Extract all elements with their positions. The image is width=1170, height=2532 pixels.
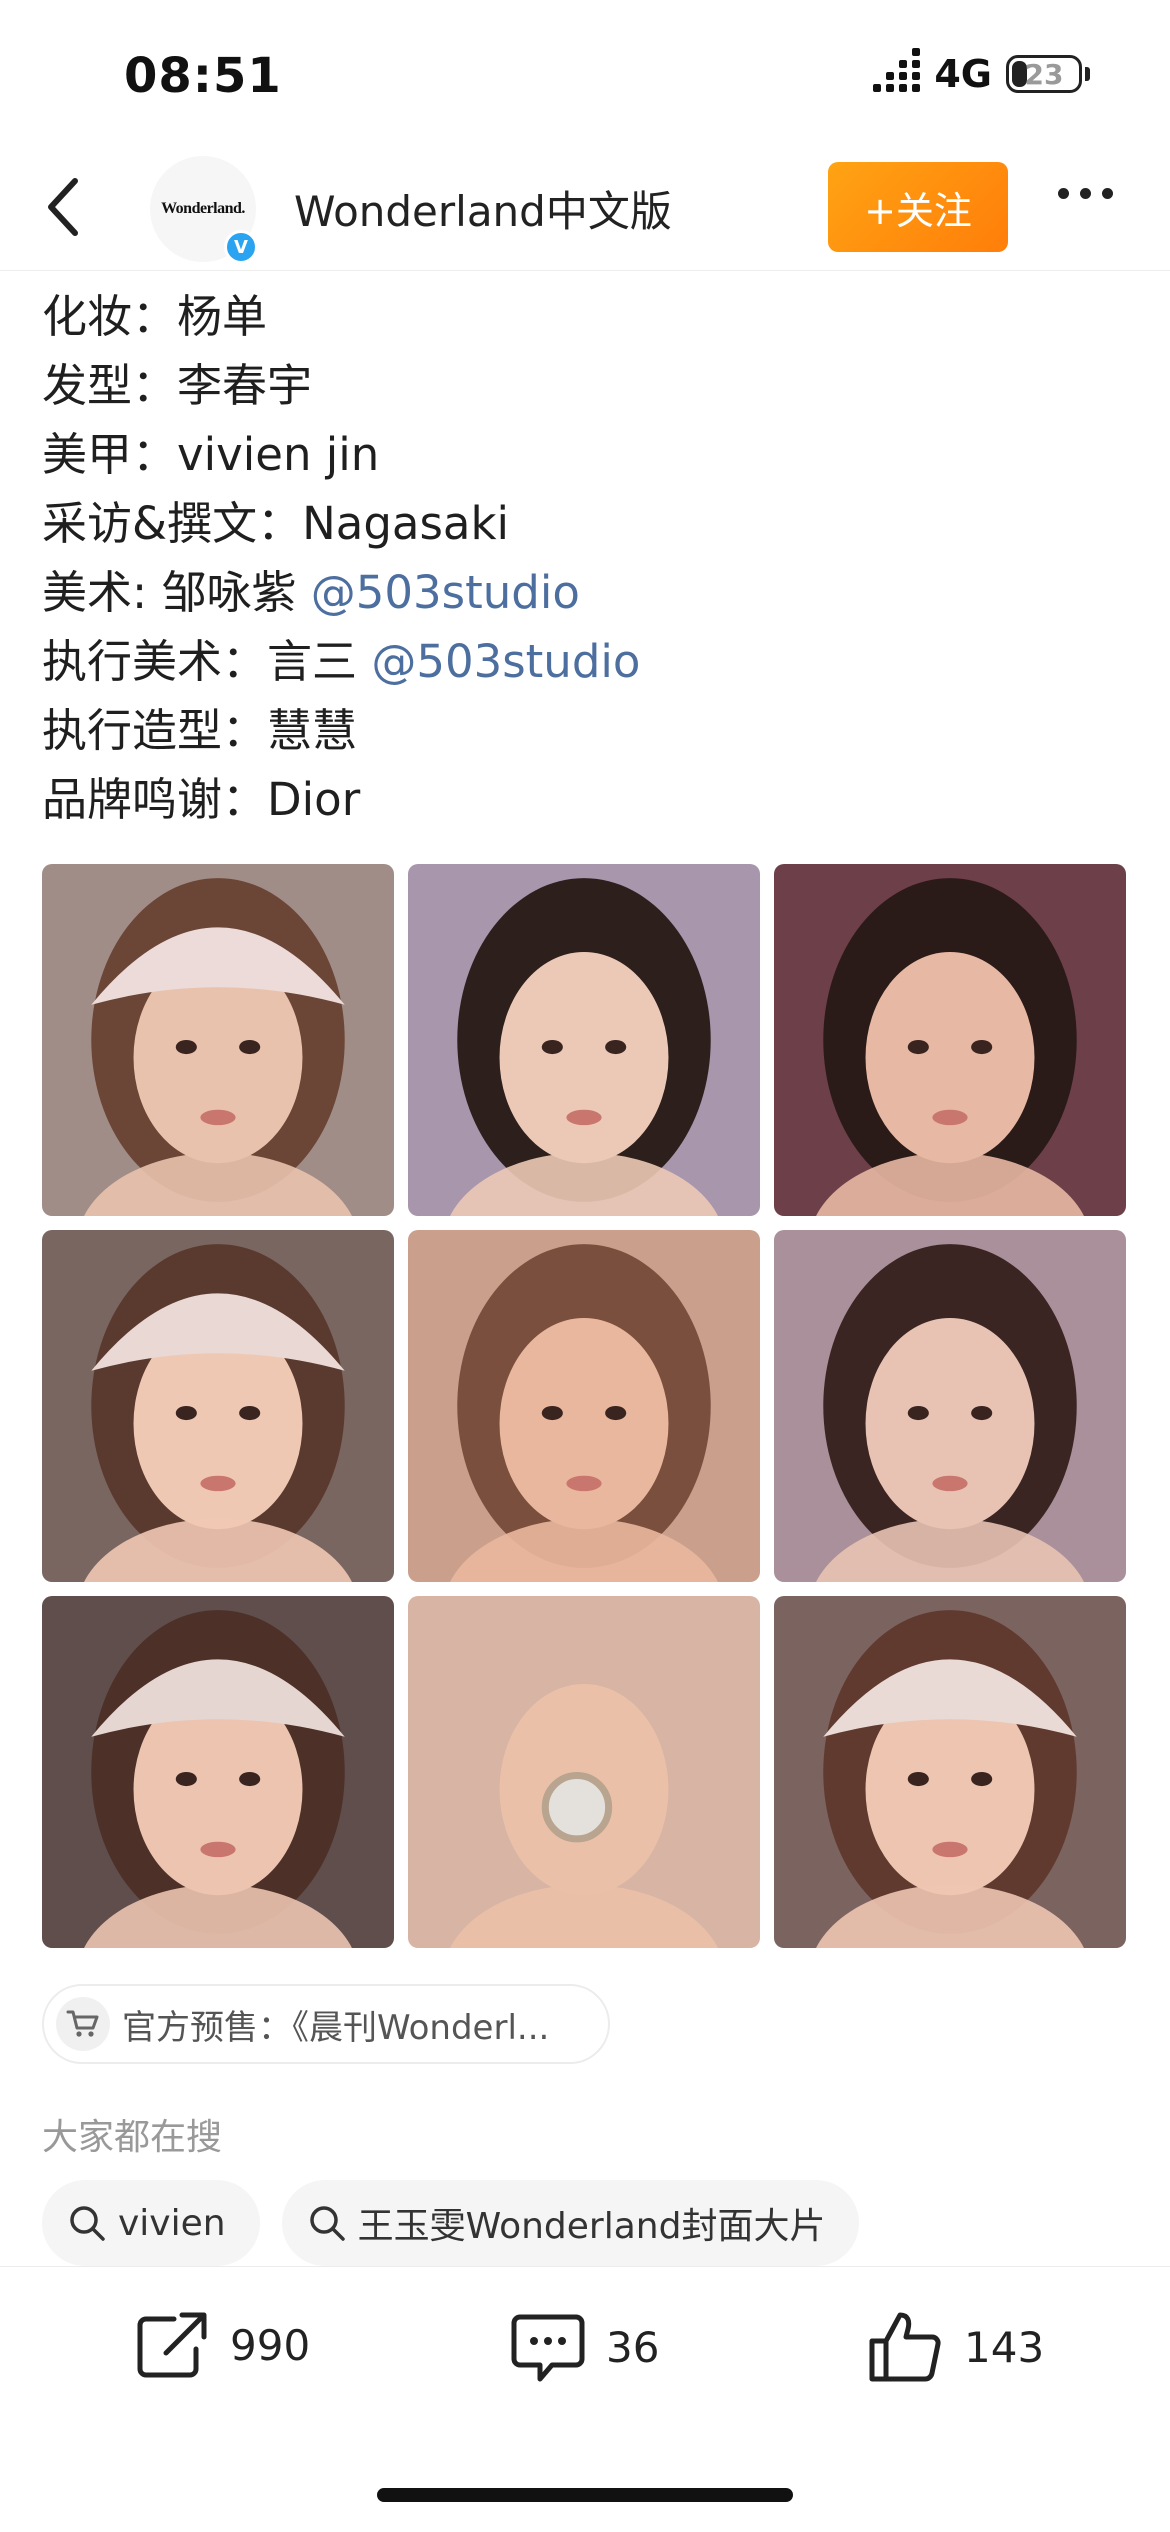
credit-label: 执行美术： (42, 635, 268, 688)
credit-line: 执行美术：言三 @503studio (42, 627, 1142, 696)
mention-link[interactable]: @503studio (371, 635, 640, 688)
verified-icon: V (224, 230, 258, 264)
status-indicators: 4G 23 (873, 48, 1090, 96)
comment-icon (511, 2314, 585, 2382)
credit-value: 李春宇 (177, 359, 313, 412)
action-bar: 990 36 143 (0, 2266, 1170, 2435)
photo-thumbnail[interactable] (408, 1230, 760, 1582)
avatar[interactable]: Wonderland. V (150, 156, 258, 264)
trending-title: 大家都在搜 (42, 2117, 223, 2158)
search-suggestion-label: 王玉雯Wonderland封面大片 (357, 2206, 826, 2247)
search-suggestion-label: vivien (118, 2202, 226, 2244)
photo-thumbnail[interactable] (42, 864, 394, 1216)
credit-label: 美术: (42, 566, 162, 619)
credit-label: 采访&撰文： (42, 497, 303, 550)
credit-line: 美术: 邹咏紫 @503studio (42, 558, 1142, 627)
credit-label: 化妆： (42, 290, 178, 343)
more-options-icon[interactable] (1058, 188, 1113, 199)
thumbs-up-icon (869, 2312, 941, 2382)
cart-icon (56, 1997, 110, 2051)
credit-label: 执行造型： (42, 704, 268, 757)
back-arrow-icon (48, 178, 78, 236)
trending-search-chips: vivien 王玉雯Wonderland封面大片 (42, 2180, 860, 2266)
credit-value: 言三 (267, 635, 372, 688)
nav-bar: Wonderland. V Wonderland中文版 +关注 (0, 150, 1170, 271)
account-name[interactable]: Wonderland中文版 (294, 178, 672, 239)
signal-icon (873, 48, 921, 92)
search-icon (308, 2203, 348, 2243)
presale-link[interactable]: 官方预售：《晨刊Wonderl... (42, 1984, 610, 2064)
credit-line: 采访&撰文：Nagasaki (42, 489, 1142, 558)
battery-label: 23 (1024, 57, 1064, 91)
credit-value: 邹咏紫 (161, 566, 311, 619)
status-time: 08:51 (124, 48, 282, 104)
status-bar: 08:51 4G 23 (0, 0, 1170, 150)
search-icon (68, 2203, 108, 2243)
credit-label: 品牌鸣谢： (42, 773, 268, 826)
credit-label: 发型： (42, 359, 178, 412)
photo-thumbnail[interactable] (408, 864, 760, 1216)
like-button[interactable]: 143 (866, 2309, 1044, 2385)
home-indicator (377, 2488, 793, 2502)
avatar-logo: Wonderland. (161, 200, 245, 217)
share-button[interactable]: 990 (134, 2309, 310, 2381)
credit-line: 发型：李春宇 (42, 351, 1142, 420)
photo-thumbnail[interactable] (408, 1596, 760, 1948)
credit-line: 执行造型：慧慧 (42, 696, 1142, 765)
post-credits: 化妆：杨单 发型：李春宇 美甲：vivien jin 采访&撰文：Nagasaki 美术… (42, 282, 1142, 834)
battery-icon: 23 (1006, 55, 1082, 93)
credit-value: 慧慧 (267, 704, 358, 757)
credit-label: 美甲： (42, 428, 178, 481)
photo-thumbnail[interactable] (42, 1230, 394, 1582)
comment-button[interactable]: 36 (510, 2309, 659, 2385)
share-count: 990 (230, 2320, 311, 2370)
credit-value: Dior (267, 773, 361, 826)
credit-value: 杨单 (177, 290, 268, 343)
credit-value: Nagasaki (302, 497, 510, 550)
credit-line: 美甲：vivien jin (42, 420, 1142, 489)
presale-label: 官方预售：《晨刊Wonderl... (122, 2007, 550, 2048)
photo-thumbnail[interactable] (774, 1596, 1126, 1948)
back-button[interactable] (28, 172, 98, 242)
comment-count: 36 (606, 2322, 660, 2372)
photo-grid (42, 864, 1127, 1948)
photo-thumbnail[interactable] (774, 864, 1126, 1216)
photo-thumbnail[interactable] (774, 1230, 1126, 1582)
search-suggestion-chip[interactable]: vivien (42, 2180, 260, 2266)
credit-line: 化妆：杨单 (42, 282, 1142, 351)
photo-thumbnail[interactable] (42, 1596, 394, 1948)
mention-link[interactable]: @503studio (311, 566, 580, 619)
credit-line: 品牌鸣谢：Dior (42, 765, 1142, 834)
credit-value: vivien jin (177, 428, 380, 481)
network-label: 4G (934, 52, 992, 96)
search-suggestion-chip[interactable]: 王玉雯Wonderland封面大片 (281, 2180, 860, 2266)
follow-button[interactable]: +关注 (828, 162, 1008, 252)
like-count: 143 (964, 2322, 1045, 2372)
share-icon (137, 2312, 207, 2378)
